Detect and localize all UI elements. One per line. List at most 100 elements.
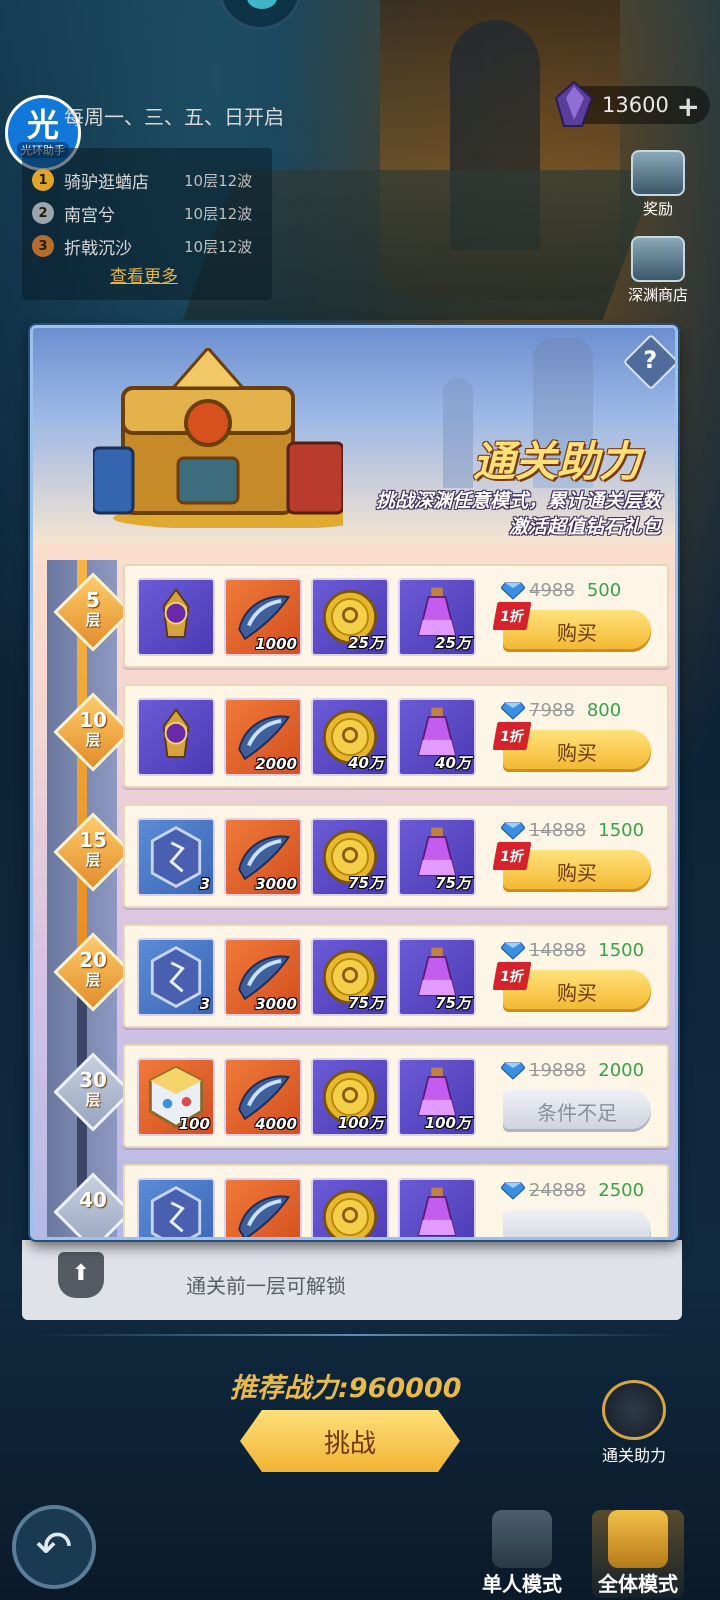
tower-decoration	[443, 378, 473, 488]
gold-coin-icon[interactable]: 25万	[311, 578, 389, 656]
sale-price: 800	[586, 700, 622, 721]
single-mode-button[interactable]: 单人模式	[476, 1510, 568, 1598]
lock-icon: ⬆	[58, 1252, 104, 1298]
rune-stone-icon[interactable]: 3	[137, 938, 215, 1016]
price-info: 14888 1500	[501, 820, 644, 841]
price-info: 19888 2000	[501, 1060, 644, 1081]
tier-level-number: 5	[86, 588, 100, 612]
crystal-shard-icon[interactable]: 1000	[224, 578, 302, 656]
diamond-icon	[501, 1062, 525, 1080]
rune-stone-icon[interactable]	[137, 1178, 215, 1237]
ranking-row: 3 折戟沉沙 10层12波	[32, 232, 267, 260]
treasure-cube-icon[interactable]: 100	[137, 1058, 215, 1136]
rank-player-name: 南宫兮	[64, 205, 115, 226]
view-more-link[interactable]: 查看更多	[110, 262, 178, 287]
tier-level-unit: 层	[85, 611, 101, 629]
tier-level-number: 10	[79, 708, 107, 732]
pass-help-modal: ? 通关助力 挑战深渊任意模式，累计通关层数 激活超值钻石礼包 5 层 10 层 15 层…	[30, 325, 678, 1240]
item-amount: 4000	[255, 1115, 297, 1133]
progress-track: 5 层 10 层 15 层 20 层 30 层 40	[47, 560, 133, 1237]
condition-unmet-button[interactable]	[503, 1210, 651, 1237]
gear-medal-icon[interactable]	[137, 578, 215, 656]
recommended-power: 推荐战力:960000	[230, 1373, 462, 1404]
all-mode-button[interactable]: 全体模式	[592, 1510, 684, 1598]
gold-coin-icon[interactable]: 100万	[311, 1058, 389, 1136]
item-amount: 2000	[255, 755, 297, 773]
rune-stone-icon[interactable]: 3	[137, 818, 215, 896]
ranking-row: 2 南宫兮 10层12波	[32, 199, 267, 227]
help-button[interactable]: ?	[622, 333, 675, 391]
price-info: 24888 2500	[501, 1180, 644, 1201]
crystal-icon	[554, 80, 594, 127]
crystal-shard-icon[interactable]: 3000	[224, 938, 302, 1016]
discount-badge: 1折	[492, 722, 532, 750]
shop-icon	[631, 236, 685, 282]
crystal-shard-icon[interactable]: 2000	[224, 698, 302, 776]
challenge-button[interactable]: 挑战	[240, 1410, 460, 1472]
currency-bar: 13600 +	[554, 80, 710, 127]
gold-coin-icon[interactable]: 75万	[311, 818, 389, 896]
item-amount: 25万	[348, 634, 384, 652]
gold-coin-icon[interactable]: 40万	[311, 698, 389, 776]
sale-price: 1500	[598, 820, 645, 841]
potion-icon[interactable]: 100万	[398, 1058, 476, 1136]
tier-level-number: 20	[79, 948, 107, 972]
crystal-shard-icon[interactable]: 3000	[224, 818, 302, 896]
potion-icon[interactable]: 75万	[398, 818, 476, 896]
item-amount: 75万	[348, 994, 384, 1012]
tier-reward-row: 2000 40万 40万 7988 800 购买 1折	[123, 684, 669, 788]
add-currency-icon[interactable]: +	[677, 90, 700, 123]
rank-badge-icon: 3	[32, 235, 54, 257]
item-amount: 100万	[424, 1114, 471, 1132]
tier-level-label: 15 层	[63, 830, 123, 870]
hourglass-icon	[492, 1510, 552, 1568]
tier-reward-row: 3 3000 75万 75万 14888 1500 购买 1折	[123, 804, 669, 908]
open-days-text: 每周一、三、五、日开启	[64, 105, 284, 129]
item-amount: 1000	[255, 635, 297, 653]
item-amount: 75万	[435, 874, 471, 892]
rank-player-name: 折戟沉沙	[64, 238, 132, 259]
potion-icon[interactable]	[398, 1178, 476, 1237]
tier-level-number: 15	[79, 828, 107, 852]
tier-level-label: 5层	[63, 590, 123, 630]
potion-icon[interactable]: 40万	[398, 698, 476, 776]
modal-subtitle-line2: 激活超值钻石礼包	[508, 516, 661, 538]
diamond-icon	[501, 1182, 525, 1200]
discount-badge: 1折	[492, 842, 532, 870]
discount-badge: 1折	[492, 602, 532, 630]
modal-banner: ? 通关助力 挑战深渊任意模式，累计通关层数 激活超值钻石礼包	[33, 328, 675, 543]
price-info: 4988 500	[501, 580, 621, 601]
tier-level-label: 30 层	[63, 1070, 123, 1110]
rank-badge-icon: 1	[32, 169, 54, 191]
crystal-shard-icon[interactable]: 4000	[224, 1058, 302, 1136]
treasure-chest-icon	[602, 1380, 666, 1440]
item-amount: 3	[199, 875, 210, 893]
reward-button[interactable]: 奖励	[618, 150, 698, 219]
diamond-icon	[501, 582, 525, 600]
condition-unmet-button[interactable]: 条件不足	[503, 1090, 651, 1132]
tier-level-label: 10 层	[63, 710, 123, 750]
item-amount: 3000	[255, 995, 297, 1013]
item-amount: 100万	[337, 1114, 384, 1132]
tier-level-unit: 层	[85, 731, 101, 749]
tier-level-unit: 层	[85, 971, 101, 989]
modal-subtitle-line1: 挑战深渊任意模式，累计通关层数	[375, 490, 661, 512]
tier-level-label: 40	[63, 1190, 123, 1210]
diamond-icon	[501, 942, 525, 960]
gold-coin-icon[interactable]: 75万	[311, 938, 389, 1016]
abyss-shop-button[interactable]: 深渊商店	[618, 236, 698, 305]
potion-icon[interactable]: 75万	[398, 938, 476, 1016]
tier-reward-row: 24888 2500	[123, 1164, 669, 1237]
back-arrow-icon[interactable]: ↶	[12, 1505, 96, 1589]
gear-medal-icon[interactable]	[137, 698, 215, 776]
abyss-shop-label: 深渊商店	[627, 286, 688, 304]
treasure-chest-icon	[93, 348, 343, 528]
crystal-shard-icon[interactable]	[224, 1178, 302, 1237]
item-amount: 40万	[348, 754, 384, 772]
pass-help-button[interactable]: 通关助力	[588, 1380, 680, 1466]
reward-label: 奖励	[642, 200, 673, 218]
sale-price: 1500	[598, 940, 645, 961]
price-info: 7988 800	[501, 700, 621, 721]
potion-icon[interactable]: 25万	[398, 578, 476, 656]
gold-coin-icon[interactable]	[311, 1178, 389, 1237]
